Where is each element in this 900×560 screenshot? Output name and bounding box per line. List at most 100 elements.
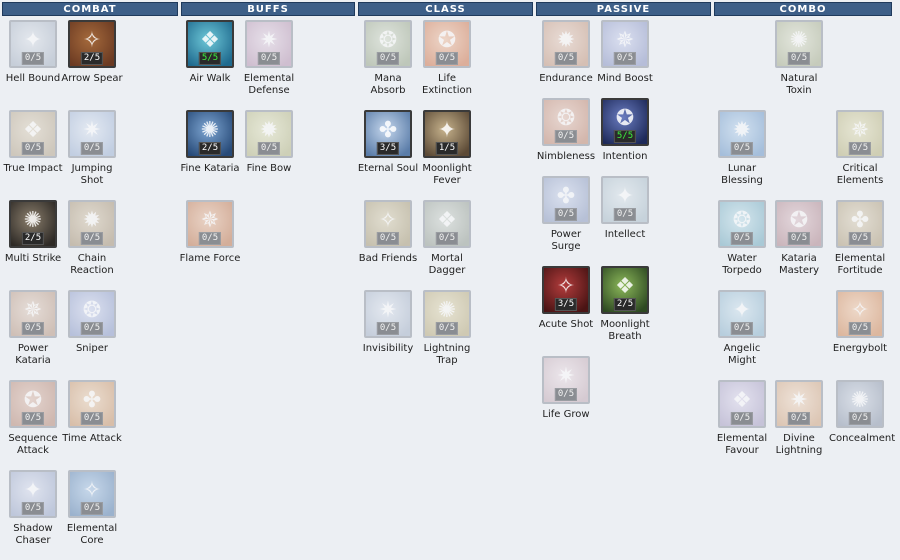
- fine-kataria-icon[interactable]: ✺ 2/5: [186, 110, 234, 158]
- skill-level-badge: 2/5: [198, 142, 222, 155]
- life-grow-icon[interactable]: ✷ 0/5: [542, 356, 590, 404]
- mind-boost-icon[interactable]: ✵ 0/5: [601, 20, 649, 68]
- skill-name: Energybolt: [832, 343, 888, 354]
- elemental-fortitude-icon[interactable]: ✤ 0/5: [836, 200, 884, 248]
- skill-sequence-attack[interactable]: ✪ 0/5 Sequence Attack: [2, 380, 64, 470]
- kataria-mastery-icon[interactable]: ✪ 0/5: [775, 200, 823, 248]
- skill-chain-reaction[interactable]: ✹ 0/5 Chain Reaction: [61, 200, 123, 290]
- skill-intention[interactable]: ✪ 5/5 Intention: [594, 98, 656, 188]
- angelic-might-icon[interactable]: ✦ 0/5: [718, 290, 766, 338]
- skill-level-badge: 0/5: [435, 322, 459, 335]
- skill-invisibility[interactable]: ✷ 0/5 Invisibility: [357, 290, 419, 380]
- skill-natural-toxin[interactable]: ✺ 0/5 Natural Toxin: [768, 20, 830, 110]
- skill-mana-absorb[interactable]: ❂ 0/5 Mana Absorb: [357, 20, 419, 110]
- multi-strike-icon[interactable]: ✺ 2/5: [9, 200, 57, 248]
- skill-multi-strike[interactable]: ✺ 2/5 Multi Strike: [2, 200, 64, 290]
- skill-elemental-fortitude[interactable]: ✤ 0/5 Elemental Fortitude: [829, 200, 891, 290]
- skill-fine-bow[interactable]: ✹ 0/5 Fine Bow: [238, 110, 300, 200]
- sequence-attack-icon[interactable]: ✪ 0/5: [9, 380, 57, 428]
- lightning-trap-icon[interactable]: ✺ 0/5: [423, 290, 471, 338]
- acute-shot-icon[interactable]: ✧ 3/5: [542, 266, 590, 314]
- skill-power-surge[interactable]: ✤ 0/5 Power Surge: [535, 176, 597, 266]
- life-extinction-icon[interactable]: ✪ 0/5: [423, 20, 471, 68]
- skill-level-badge: 0/5: [554, 388, 578, 401]
- moonlight-fever-icon[interactable]: ✦ 1/5: [423, 110, 471, 158]
- skill-mind-boost[interactable]: ✵ 0/5 Mind Boost: [594, 20, 656, 110]
- power-surge-icon[interactable]: ✤ 0/5: [542, 176, 590, 224]
- true-impact-icon[interactable]: ❖ 0/5: [9, 110, 57, 158]
- skill-energybolt[interactable]: ✧ 0/5 Energybolt: [829, 290, 891, 380]
- sniper-icon[interactable]: ❂ 0/5: [68, 290, 116, 338]
- skill-flame-force[interactable]: ✵ 0/5 Flame Force: [179, 200, 241, 290]
- jumping-shot-icon[interactable]: ✷ 0/5: [68, 110, 116, 158]
- intention-icon[interactable]: ✪ 5/5: [601, 98, 649, 146]
- divine-lightning-icon[interactable]: ✷ 0/5: [775, 380, 823, 428]
- arrow-spear-icon[interactable]: ✧ 2/5: [68, 20, 116, 68]
- skill-angelic-might[interactable]: ✦ 0/5 Angelic Might: [711, 290, 773, 380]
- skill-hell-bound[interactable]: ✦ 0/5 Hell Bound: [2, 20, 64, 110]
- skill-level-badge: 0/5: [435, 232, 459, 245]
- skill-time-attack[interactable]: ✤ 0/5 Time Attack: [61, 380, 123, 470]
- skill-acute-shot[interactable]: ✧ 3/5 Acute Shot: [535, 266, 597, 356]
- intellect-icon[interactable]: ✦ 0/5: [601, 176, 649, 224]
- skill-lunar-blessing[interactable]: ✹ 0/5 Lunar Blessing: [711, 110, 773, 200]
- skill-kataria-mastery[interactable]: ✪ 0/5 Kataria Mastery: [768, 200, 830, 290]
- skill-divine-lightning[interactable]: ✷ 0/5 Divine Lightning: [768, 380, 830, 470]
- skill-lightning-trap[interactable]: ✺ 0/5 Lightning Trap: [416, 290, 478, 380]
- skill-fine-kataria[interactable]: ✺ 2/5 Fine Kataria: [179, 110, 241, 200]
- skill-jumping-shot[interactable]: ✷ 0/5 Jumping Shot: [61, 110, 123, 200]
- time-attack-icon[interactable]: ✤ 0/5: [68, 380, 116, 428]
- power-kataria-icon[interactable]: ✵ 0/5: [9, 290, 57, 338]
- moonlight-breath-icon[interactable]: ❖ 2/5: [601, 266, 649, 314]
- skill-mortal-dagger[interactable]: ❖ 0/5 Mortal Dagger: [416, 200, 478, 290]
- skill-air-walk[interactable]: ❖ 5/5 Air Walk: [179, 20, 241, 110]
- invisibility-icon[interactable]: ✷ 0/5: [364, 290, 412, 338]
- skill-elemental-favour[interactable]: ❖ 0/5 Elemental Favour: [711, 380, 773, 470]
- skill-true-impact[interactable]: ❖ 0/5 True Impact: [2, 110, 64, 200]
- shadow-chaser-icon[interactable]: ✦ 0/5: [9, 470, 57, 518]
- flame-force-icon[interactable]: ✵ 0/5: [186, 200, 234, 248]
- skill-life-extinction[interactable]: ✪ 0/5 Life Extinction: [416, 20, 478, 110]
- endurance-icon[interactable]: ✹ 0/5: [542, 20, 590, 68]
- skill-elemental-core[interactable]: ✧ 0/5 Elemental Core: [61, 470, 123, 560]
- natural-toxin-icon[interactable]: ✺ 0/5: [775, 20, 823, 68]
- skill-water-torpedo[interactable]: ❂ 0/5 Water Torpedo: [711, 200, 773, 290]
- mortal-dagger-icon[interactable]: ❖ 0/5: [423, 200, 471, 248]
- nimbleness-icon[interactable]: ❂ 0/5: [542, 98, 590, 146]
- skill-name: Power Kataria: [15, 343, 51, 366]
- energybolt-icon[interactable]: ✧ 0/5: [836, 290, 884, 338]
- mana-absorb-icon[interactable]: ❂ 0/5: [364, 20, 412, 68]
- water-torpedo-icon[interactable]: ❂ 0/5: [718, 200, 766, 248]
- air-walk-icon[interactable]: ❖ 5/5: [186, 20, 234, 68]
- skill-name: Jumping Shot: [71, 163, 113, 186]
- elemental-favour-icon[interactable]: ❖ 0/5: [718, 380, 766, 428]
- skill-shadow-chaser[interactable]: ✦ 0/5 Shadow Chaser: [2, 470, 64, 560]
- lunar-blessing-icon[interactable]: ✹ 0/5: [718, 110, 766, 158]
- eternal-soul-icon[interactable]: ✤ 3/5: [364, 110, 412, 158]
- skill-name: Fine Bow: [246, 163, 292, 174]
- bad-friends-icon[interactable]: ✧ 0/5: [364, 200, 412, 248]
- skill-eternal-soul[interactable]: ✤ 3/5 Eternal Soul: [357, 110, 419, 200]
- skill-concealment[interactable]: ✺ 0/5 Concealment: [829, 380, 895, 470]
- fine-bow-icon[interactable]: ✹ 0/5: [245, 110, 293, 158]
- elemental-core-icon[interactable]: ✧ 0/5: [68, 470, 116, 518]
- chain-reaction-icon[interactable]: ✹ 0/5: [68, 200, 116, 248]
- icon-art: ✺: [850, 388, 870, 413]
- skill-arrow-spear[interactable]: ✧ 2/5 Arrow Spear: [61, 20, 123, 110]
- skill-life-grow[interactable]: ✷ 0/5 Life Grow: [535, 356, 597, 446]
- skill-bad-friends[interactable]: ✧ 0/5 Bad Friends: [357, 200, 419, 290]
- skill-endurance[interactable]: ✹ 0/5 Endurance: [535, 20, 597, 110]
- concealment-icon[interactable]: ✺ 0/5: [836, 380, 884, 428]
- skill-moonlight-breath[interactable]: ❖ 2/5 Moonlight Breath: [594, 266, 656, 356]
- skill-critical-elements[interactable]: ✵ 0/5 Critical Elements: [829, 110, 891, 200]
- critical-elements-icon[interactable]: ✵ 0/5: [836, 110, 884, 158]
- icon-art: ✤: [556, 184, 576, 209]
- elemental-defense-icon[interactable]: ✷ 0/5: [245, 20, 293, 68]
- skill-moonlight-fever[interactable]: ✦ 1/5 Moonlight Fever: [416, 110, 478, 200]
- skill-intellect[interactable]: ✦ 0/5 Intellect: [594, 176, 656, 266]
- skill-sniper[interactable]: ❂ 0/5 Sniper: [61, 290, 123, 380]
- hell-bound-icon[interactable]: ✦ 0/5: [9, 20, 57, 68]
- skill-nimbleness[interactable]: ❂ 0/5 Nimbleness: [535, 98, 597, 188]
- skill-power-kataria[interactable]: ✵ 0/5 Power Kataria: [2, 290, 64, 380]
- skill-elemental-defense[interactable]: ✷ 0/5 Elemental Defense: [238, 20, 300, 110]
